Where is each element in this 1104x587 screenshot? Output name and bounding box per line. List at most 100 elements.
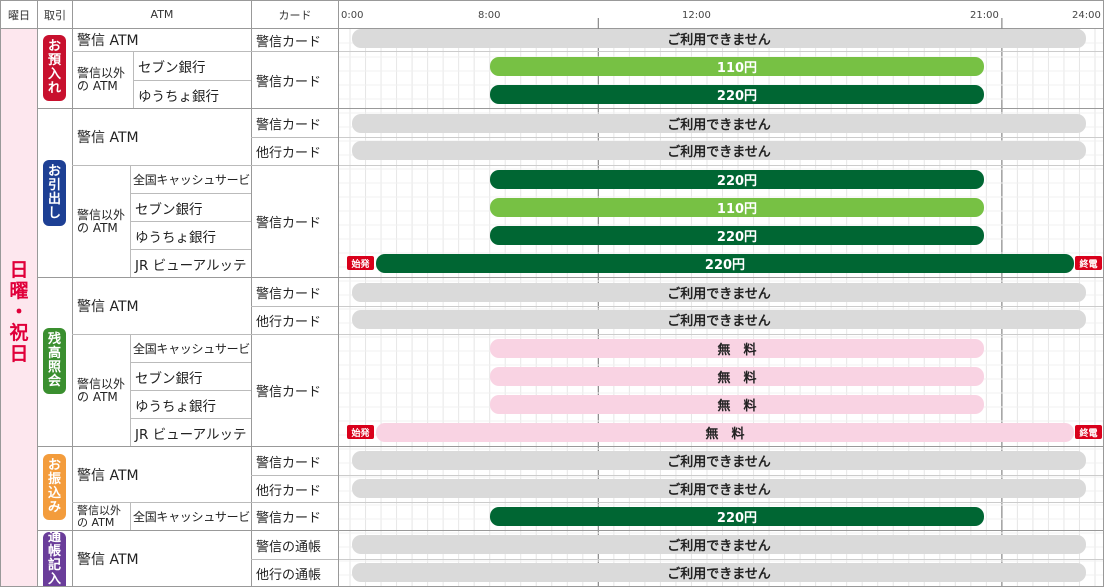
category-passbook-entry: 通 帳 記 入 — [43, 530, 66, 587]
atm-other: 警信以外 の ATM — [73, 503, 130, 530]
bank-seven: セブン銀行 — [135, 370, 203, 387]
bar-free: 無 料 — [490, 339, 984, 358]
bank-zenkoku: 全国キャッシュサービス — [133, 342, 251, 356]
bar-fee-220: 220円 — [490, 226, 984, 245]
badge-char: 出 — [47, 192, 61, 207]
header-atm: ATM — [150, 8, 174, 21]
atm-other-line2: の ATM — [77, 515, 115, 529]
tag-first-train: 始発 — [347, 256, 374, 270]
bar-unavailable: ご利用できません — [352, 310, 1086, 329]
badge-char: お — [47, 458, 61, 473]
day-char: 日 — [9, 259, 29, 281]
bank-yucho: ゆうちょ銀行 — [135, 229, 216, 246]
badge-char: 預 — [47, 53, 61, 68]
atm-other-line2: の ATM — [77, 79, 118, 93]
bank-zenkoku: 全国キャッシュサービス — [133, 173, 251, 187]
header-day: 曜日 — [8, 8, 30, 22]
day-char: 日 — [9, 343, 29, 365]
bank-yucho: ゆうちょ銀行 — [138, 88, 219, 105]
badge-char: 記 — [47, 558, 61, 573]
tick-0000: 0:00 — [341, 10, 364, 21]
atm-keishin: 警信 ATM — [77, 130, 139, 146]
bar-unavailable: ご利用できません — [352, 29, 1086, 48]
bank-zenkoku: 全国キャッシュサービス — [133, 510, 251, 524]
day-label-sunday-holiday: 日 曜 ・ 祝 日 — [1, 260, 37, 365]
bar-fee-110: 110円 — [490, 198, 984, 217]
badge-char: 込 — [47, 486, 61, 501]
badge-char: お — [47, 39, 61, 54]
bar-fee-220: 220円 — [490, 85, 984, 104]
card-other: 他行カード — [256, 315, 322, 330]
bank-seven: セブン銀行 — [138, 60, 206, 76]
atm-keishin: 警信 ATM — [77, 33, 139, 49]
category-transfer: お 振 込 み — [43, 454, 66, 520]
tick-0800: 8:00 — [478, 10, 501, 21]
card-keishin: 警信カード — [256, 385, 322, 400]
badge-char: 入 — [47, 572, 61, 587]
day-char: 祝 — [9, 322, 29, 344]
tick-1200: 12:00 — [682, 10, 711, 21]
bank-yucho: ゆうちょ銀行 — [135, 398, 216, 415]
grid-line — [37, 0, 38, 587]
bar-unavailable: ご利用できません — [352, 479, 1086, 498]
header-card: カード — [278, 8, 312, 22]
badge-char: 引 — [47, 178, 61, 193]
atm-other-line2: の ATM — [77, 220, 118, 235]
day-char: ・ — [9, 301, 29, 323]
tick-2100: 21:00 — [970, 10, 999, 21]
card-passbook: 警信の通帳 — [256, 539, 322, 555]
atm-other: 警信以外 の ATM — [73, 52, 133, 108]
day-char: 曜 — [9, 280, 29, 302]
card-other: 他行カード — [256, 483, 322, 499]
row-line — [339, 334, 1103, 335]
atm-fee-schedule-table: 曜日 取引 ATM カード 0:00 8:00 12:00 21:00 24:0… — [0, 0, 1104, 587]
bar-fee-220: 220円 — [490, 170, 984, 189]
badge-char: み — [47, 500, 61, 515]
atm-other-line1: 警信以外 — [77, 207, 126, 222]
bar-free: 無 料 — [490, 367, 984, 386]
atm-other: 警信以外 の ATM — [73, 166, 130, 277]
tag-last-train: 終電 — [1075, 425, 1102, 439]
row-line — [339, 475, 1103, 476]
atm-other-line2: の ATM — [77, 389, 118, 404]
category-balance-inquiry: 残 高 照 会 — [43, 328, 66, 394]
badge-char: 入 — [47, 67, 61, 82]
bar-free: 無 料 — [490, 395, 984, 414]
card-keishin: 警信カード — [256, 34, 322, 50]
badge-char: 高 — [47, 346, 61, 361]
category-withdrawal: お 引 出 し — [43, 160, 66, 226]
bar-unavailable: ご利用できません — [352, 535, 1086, 554]
card-keishin: 警信カード — [256, 286, 322, 302]
card-keishin: 警信カード — [256, 74, 322, 90]
bar-free: 無 料 — [376, 423, 1074, 442]
bar-unavailable: ご利用できません — [352, 451, 1086, 470]
tag-last-train: 終電 — [1075, 256, 1102, 270]
header-transaction: 取引 — [44, 8, 66, 22]
card-keishin: 警信カード — [256, 455, 322, 471]
badge-char: し — [47, 206, 61, 221]
row-line — [339, 306, 1103, 307]
bar-unavailable: ご利用できません — [352, 283, 1086, 302]
bar-fee-220: 220円 — [490, 507, 984, 526]
card-other-passbook: 他行の通帳 — [256, 567, 322, 583]
bank-jr: JR ビューアルッテ — [135, 426, 247, 443]
bank-jr: JR ビューアルッテ — [135, 257, 247, 274]
atm-other: 警信以外 の ATM — [73, 335, 130, 446]
badge-char: 通 — [47, 530, 61, 545]
row-line — [339, 137, 1103, 138]
badge-char: 照 — [47, 360, 61, 375]
tick-2400: 24:00 — [1072, 10, 1101, 21]
bank-seven: セブン銀行 — [135, 201, 203, 218]
bar-unavailable: ご利用できません — [352, 114, 1086, 133]
badge-char: 会 — [47, 374, 61, 389]
atm-keishin: 警信 ATM — [77, 299, 139, 315]
row-line — [339, 502, 1103, 503]
bar-fee-110: 110円 — [490, 57, 984, 76]
card-other: 他行カード — [256, 146, 322, 161]
atm-other-line1: 警信以外 — [77, 376, 126, 391]
badge-char: 振 — [47, 472, 61, 487]
atm-keishin: 警信 ATM — [77, 467, 139, 484]
row-line — [339, 559, 1103, 560]
category-deposit: お 預 入 れ — [43, 35, 66, 101]
row-line — [339, 165, 1103, 166]
